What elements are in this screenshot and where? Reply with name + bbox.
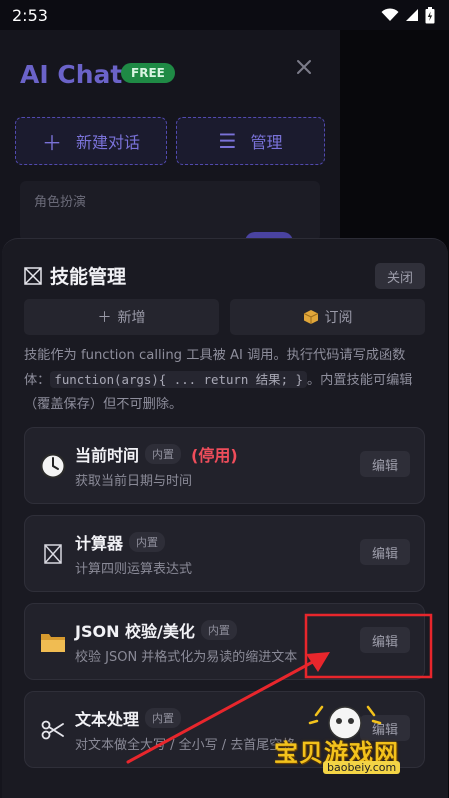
edit-button[interactable]: 编辑: [360, 451, 410, 477]
skill-name-row: 当前时间 内置 (停用): [75, 442, 238, 466]
folder-icon: [39, 628, 67, 656]
description-code: function(args){ ... return 结果; }: [50, 371, 307, 388]
watermark-url: baobeiy.com: [323, 761, 401, 774]
disabled-status: (停用): [191, 446, 238, 465]
menu-icon: ☰: [218, 129, 237, 153]
close-button[interactable]: 关闭: [375, 263, 425, 289]
subscribe-label: 订阅: [324, 310, 353, 326]
skill-name-row: 计算器 内置: [75, 530, 166, 554]
skill-name: 当前时间: [75, 446, 140, 465]
sheet-header: 技能管理: [24, 262, 126, 289]
skill-name-row: 文本处理 内置: [75, 706, 182, 730]
skill-name: JSON 校验/美化: [75, 622, 195, 641]
skill-card-calculator[interactable]: 计算器 内置 计算四则运算表达式 编辑: [24, 515, 425, 592]
free-badge: FREE: [121, 63, 175, 83]
plus-icon: ＋: [41, 130, 62, 155]
add-skill-button[interactable]: ＋ 新增: [24, 299, 219, 335]
scissors-icon: [39, 716, 67, 744]
close-icon: [297, 60, 311, 74]
package-icon: [303, 310, 318, 324]
skill-desc: 校验 JSON 并格式化为易读的缩进文本: [75, 650, 298, 665]
skill-name-row: JSON 校验/美化 内置: [75, 618, 237, 642]
sheet-title: 技能管理: [50, 266, 127, 288]
tool-icon: [24, 266, 42, 285]
status-bar: 2:53: [0, 0, 449, 30]
skill-card-current-time[interactable]: 当前时间 内置 (停用) 获取当前日期与时间 编辑: [24, 427, 425, 504]
signal-icon: [406, 9, 418, 21]
manage-label: 管理: [250, 133, 283, 152]
clock-icon: [39, 452, 67, 480]
app-title: AI Chat: [20, 60, 123, 89]
builtin-tag: 内置: [200, 620, 237, 640]
edit-button[interactable]: 编辑: [360, 627, 410, 653]
drawer-close-button[interactable]: [296, 56, 312, 81]
battery-icon: [425, 6, 435, 23]
roleplay-label: 角色扮演: [34, 195, 87, 210]
skill-desc: 获取当前日期与时间: [75, 474, 193, 489]
skill-desc: 计算四则运算表达式: [75, 562, 193, 577]
status-icons: [381, 6, 435, 24]
wifi-icon: [381, 8, 399, 21]
calculator-icon: [39, 540, 67, 568]
builtin-tag: 内置: [145, 708, 182, 728]
skill-description: 技能作为 function calling 工具被 AI 调用。执行代码请写成函…: [24, 344, 428, 417]
builtin-tag: 内置: [129, 532, 166, 552]
skill-name: 计算器: [75, 534, 124, 553]
new-chat-button[interactable]: ＋ 新建对话: [15, 117, 167, 165]
manage-button[interactable]: ☰ 管理: [176, 117, 325, 165]
builtin-tag: 内置: [145, 444, 182, 464]
new-chat-label: 新建对话: [75, 133, 140, 152]
skill-card-json[interactable]: JSON 校验/美化 内置 校验 JSON 并格式化为易读的缩进文本 编辑: [24, 603, 425, 680]
subscribe-button[interactable]: 订阅: [230, 299, 425, 335]
skill-desc: 对文本做全大写 / 全小写 / 去首尾空格: [75, 738, 296, 753]
edit-button[interactable]: 编辑: [360, 539, 410, 565]
add-skill-label: 新增: [117, 310, 146, 326]
plus-icon: ＋: [97, 310, 112, 326]
status-time: 2:53: [12, 5, 48, 25]
skill-name: 文本处理: [75, 710, 140, 729]
